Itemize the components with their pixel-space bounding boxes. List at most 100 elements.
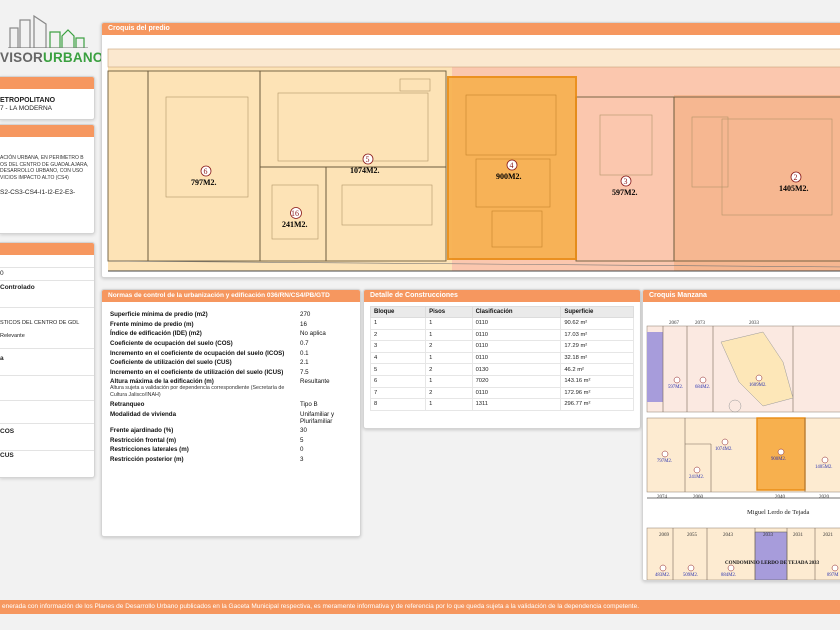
norma-label-text: Frente ajardinado (%) xyxy=(110,427,174,435)
lot-area: 1405M2. xyxy=(815,465,832,470)
street-number: 2060 xyxy=(693,495,704,500)
sidebar-item-number[interactable]: 0 xyxy=(0,268,94,281)
norma-label-text: Retranqueo xyxy=(110,401,145,409)
sidebar-item-a[interactable]: a xyxy=(0,349,94,376)
street-number: 2020 xyxy=(819,495,830,500)
lot-area: 897M xyxy=(827,573,839,578)
lot-area: 900M2. xyxy=(496,172,522,181)
lot-area: 1405M2. xyxy=(779,184,809,193)
logo[interactable]: VISORURBANO xyxy=(0,12,103,68)
norma-row: Restricciones laterales (m) 0 xyxy=(110,445,354,455)
lot-area: 1074M2. xyxy=(715,447,732,452)
sidebar-item-cus[interactable]: CUS xyxy=(0,451,94,471)
street-number: 2043 xyxy=(723,533,734,538)
condominio-label: CONDOMINIO LERDO DE TEJADA 2033 xyxy=(725,561,820,566)
table-cell: 0110 xyxy=(471,351,562,365)
norma-row: Superficie mínima de predio (m2) 270 xyxy=(110,310,354,320)
norma-row: Modalidad de vivienda Unifamiliar y Pluri… xyxy=(110,409,354,426)
street-number: 2040 xyxy=(775,495,786,500)
sidebar-item-historicos[interactable]: STICOS DEL CENTRO DE GDL xyxy=(0,320,94,326)
street-number: 2067 xyxy=(669,321,680,326)
norma-value: 5 xyxy=(300,436,304,444)
manzana-map[interactable]: 2067 2073 2033 2074 2060 2040 2020 2069 … xyxy=(643,302,840,580)
brand-name: VISORURBANO xyxy=(0,50,103,65)
normas-table: Superficie mínima de predio (m2) 270 Frent… xyxy=(110,310,354,464)
norma-value: No aplica xyxy=(300,330,326,338)
table-cell: 3 xyxy=(369,340,427,353)
table-cell: 1 xyxy=(425,374,473,388)
street-number: 2069 xyxy=(659,533,670,538)
norma-label-text: Restricción posterior (m) xyxy=(110,456,184,464)
sidebar-norms-card: 0 Controlado STICOS DEL CENTRO DE GDL Re… xyxy=(0,242,95,478)
lot-area: 900M2. xyxy=(771,457,786,462)
street-number: 2033 xyxy=(763,533,774,538)
street-number: 2055 xyxy=(687,533,698,538)
column-header: Clasificación xyxy=(471,306,562,318)
table-cell: 17.03 m² xyxy=(560,328,634,342)
zone-left xyxy=(108,49,452,271)
norma-value: 2.1 xyxy=(300,359,309,367)
norma-label: Restricción posterior (m) xyxy=(110,455,300,465)
norma-label: Retranqueo xyxy=(110,400,300,410)
street-name: Miguel Lerdo de Tejada xyxy=(747,509,810,516)
croquis-predio-panel: Croquis del predio 6 797M2. 5 1074M2. 16… xyxy=(101,22,840,278)
norma-row: Incremento en el coeficiente de utilizac… xyxy=(110,368,354,378)
table-row: 2 1 0110 17.03 m² xyxy=(369,328,634,342)
street-number: 2031 xyxy=(793,533,804,538)
norma-label-text: Incremento en el coeficiente de ocupació… xyxy=(110,349,285,357)
table-cell: 1 xyxy=(425,317,473,330)
norma-value: 16 xyxy=(300,320,307,328)
norma-row: Restricción posterior (m) 3 xyxy=(110,455,354,465)
lot-number: 6 xyxy=(204,167,208,176)
lot-area: 597M2. xyxy=(612,188,638,197)
table-cell: 7 xyxy=(369,386,427,400)
table-cell: 0110 xyxy=(471,328,562,342)
table-row: 5 2 0130 46.2 m² xyxy=(369,363,634,376)
sidebar-item-relevante[interactable]: Relevante xyxy=(0,330,94,349)
table-cell: 143.16 m² xyxy=(560,374,634,388)
table-row: 6 1 7020 143.16 m² xyxy=(369,374,634,388)
table-cell: 2 xyxy=(425,386,473,400)
norma-label-text: Superficie mínima de predio (m2) xyxy=(110,311,208,319)
norma-label-text: Frente mínimo de predio (m) xyxy=(110,320,194,328)
norma-label-text: Índice de edificación (IDE) (m2) xyxy=(110,330,202,338)
norma-row: Coeficiente de ocupación del suelo (COS)… xyxy=(110,339,354,349)
table-cell: 1 xyxy=(425,328,473,342)
lot-area: 483M2. xyxy=(655,573,670,578)
lot-area: 597M2. xyxy=(668,385,683,390)
table-row: 7 2 0110 172.96 m² xyxy=(369,386,634,400)
construcciones-title: Detalle de Construcciones xyxy=(364,290,640,302)
norma-value: 3 xyxy=(300,456,304,464)
table-cell: 0130 xyxy=(471,363,562,376)
norma-row: Coeficiente de utilización del suelo (CU… xyxy=(110,358,354,368)
table-header-row: Bloque Pisos Clasificación Superficie xyxy=(369,306,634,318)
table-cell: 0110 xyxy=(471,317,562,330)
table-cell: 2 xyxy=(425,340,473,353)
croquis-predio-title: Croquis del predio xyxy=(102,23,840,35)
table-cell: 1 xyxy=(425,398,473,411)
table-cell: 46.2 m² xyxy=(560,363,634,376)
normas-panel: Normas de control de la urbanización y e… xyxy=(101,289,361,537)
lot-area: 797M2. xyxy=(191,178,217,187)
column-header: Superficie xyxy=(560,306,634,318)
sidebar-item-cos[interactable]: COS xyxy=(0,424,94,451)
zoning-description: ACIÓN URBANA, EN PERIMETRO B OS DEL CENT… xyxy=(0,155,89,181)
lot-number: 3 xyxy=(624,177,628,186)
lot-area: 241M2. xyxy=(689,475,704,480)
district-subtitle: 7 - LA MODERNA xyxy=(0,105,53,112)
norma-value: 30 xyxy=(300,427,307,435)
lot-area: 509M2. xyxy=(683,573,698,578)
table-cell: 1 xyxy=(369,317,427,330)
table-row: 1 1 0110 90.62 m² xyxy=(369,317,634,330)
column-header: Bloque xyxy=(369,306,427,318)
norma-label: Altura máxima de la edificación (m) Altur… xyxy=(110,377,300,400)
norma-label: Superficie mínima de predio (m2) xyxy=(110,310,300,320)
croquis-manzana-title: Croquis Manzana xyxy=(643,290,840,302)
sidebar-district-card: ETROPOLITANO 7 - LA MODERNA xyxy=(0,76,95,120)
normas-title: Normas de control de la urbanización y e… xyxy=(102,290,360,302)
lot-number: 2 xyxy=(794,173,798,182)
predio-map[interactable]: 6 797M2. 5 1074M2. 16 241M2. 4 900M2. 3 … xyxy=(102,35,840,277)
table-row: 3 2 0110 17.29 m² xyxy=(369,340,634,353)
table-cell: 0110 xyxy=(471,386,562,400)
sidebar-item-controlado[interactable]: Controlado xyxy=(0,281,94,308)
